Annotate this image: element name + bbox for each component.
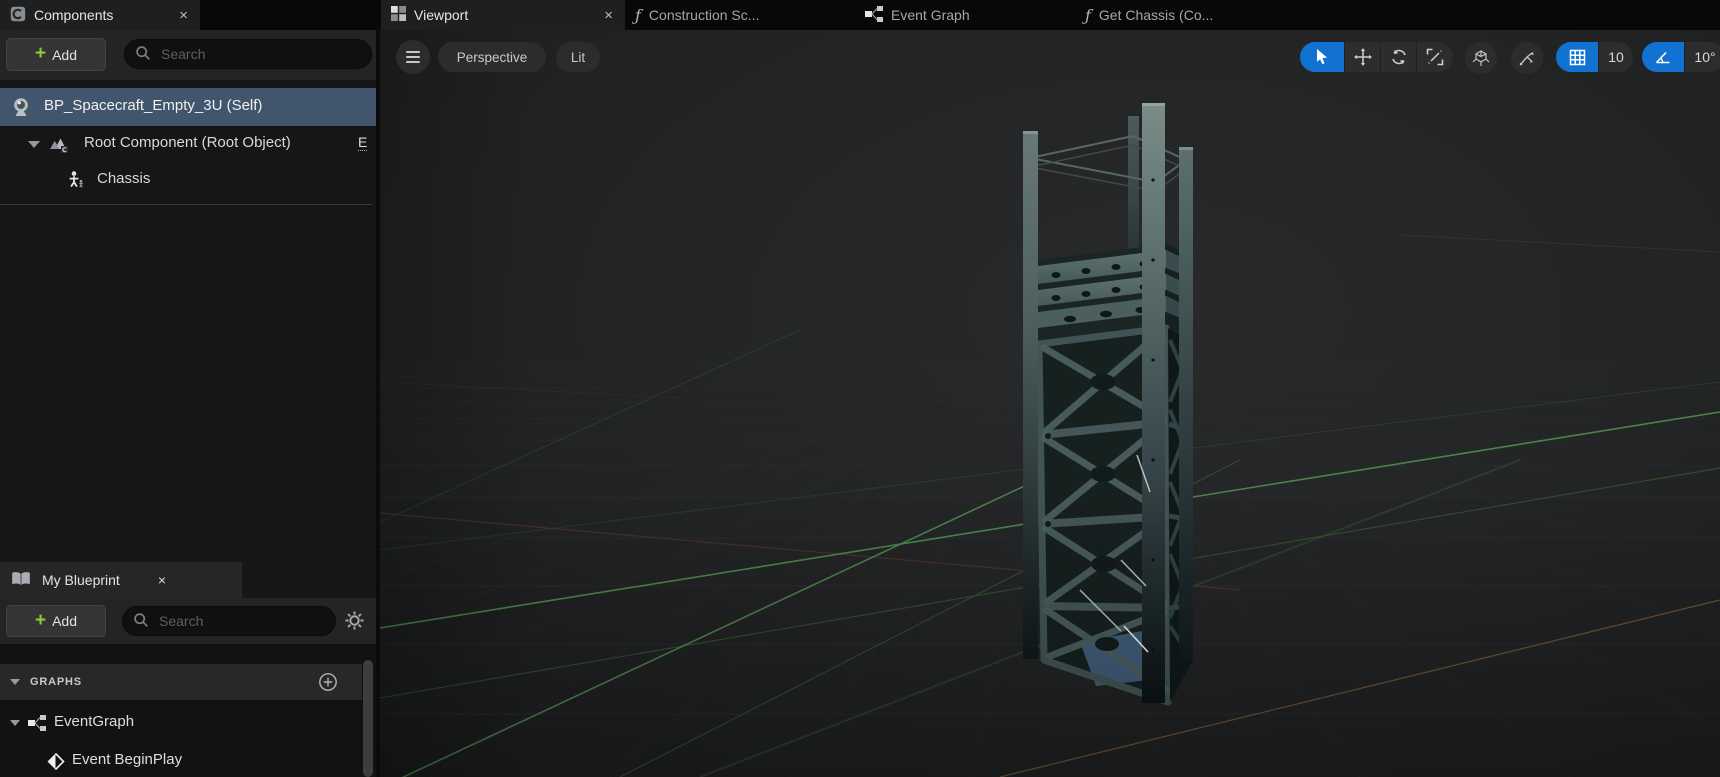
grid-snap-group: 10 xyxy=(1556,42,1633,72)
components-icon xyxy=(10,6,26,25)
perspective-label: Perspective xyxy=(457,50,528,65)
grid-snap-toggle[interactable] xyxy=(1556,42,1598,72)
book-icon xyxy=(10,570,32,590)
viewport-grid-icon xyxy=(391,6,406,24)
plus-icon: + xyxy=(35,611,46,630)
grid-snap-value-button[interactable]: 10 xyxy=(1598,42,1633,72)
diverging-arrows-icon xyxy=(1518,49,1536,67)
tab-get-chassis[interactable]: ƒ Get Chassis (Co... xyxy=(1075,0,1325,30)
add-graph-icon[interactable] xyxy=(318,672,338,695)
actor-pivot-button[interactable] xyxy=(1511,42,1543,74)
viewport-3d[interactable]: Perspective Lit xyxy=(380,30,1720,777)
transform-tool-group xyxy=(1300,42,1453,72)
components-tree: BP_Spacecraft_Empty_3U (Self) Root Compo… xyxy=(0,80,376,562)
function-icon: ƒ xyxy=(635,6,641,25)
tab-label: Viewport xyxy=(414,7,468,23)
tree-row-chassis[interactable]: Chassis xyxy=(0,163,376,197)
chevron-down-icon[interactable] xyxy=(10,679,20,685)
tab-viewport[interactable]: Viewport × xyxy=(381,0,625,30)
blueprint-self-icon xyxy=(10,96,34,121)
list-item-eventgraph[interactable]: EventGraph xyxy=(0,706,362,740)
rotation-snap-toggle[interactable] xyxy=(1642,42,1684,72)
gear-icon[interactable] xyxy=(344,610,365,634)
tab-label: Event Graph xyxy=(891,7,970,23)
grid-snap-value: 10 xyxy=(1608,49,1624,65)
close-icon[interactable]: × xyxy=(158,572,166,588)
my-blueprint-search[interactable] xyxy=(122,606,336,636)
plus-icon: + xyxy=(35,44,46,63)
tab-components[interactable]: Components × xyxy=(0,0,200,30)
move-tool-button[interactable] xyxy=(1344,42,1380,72)
rotation-snap-group: 10° xyxy=(1642,42,1720,72)
my-blueprint-tabrow: My Blueprint × xyxy=(0,562,376,598)
add-button-label: Add xyxy=(52,47,77,63)
function-icon: ƒ xyxy=(1085,6,1091,25)
section-label: GRAPHS xyxy=(30,676,82,688)
my-blueprint-search-input[interactable] xyxy=(157,612,325,630)
event-node-icon xyxy=(46,752,65,774)
child-actor-icon xyxy=(66,170,86,193)
add-blueprint-item-button[interactable]: + Add xyxy=(6,605,106,637)
grid-snap-icon xyxy=(1569,49,1586,66)
hamburger-icon xyxy=(406,51,420,63)
tab-label: Construction Sc... xyxy=(649,7,760,23)
viewport-options-menu-button[interactable] xyxy=(396,40,430,74)
tree-row-label: Chassis xyxy=(97,170,150,187)
list-item-label: Event BeginPlay xyxy=(72,751,182,768)
move-icon xyxy=(1354,48,1372,66)
scale-tool-button[interactable] xyxy=(1416,42,1453,72)
rotation-snap-value: 10° xyxy=(1694,49,1715,65)
chevron-down-icon[interactable] xyxy=(28,141,40,148)
event-graph-icon xyxy=(865,6,883,25)
angle-snap-icon xyxy=(1654,49,1672,66)
event-graph-icon xyxy=(28,715,46,734)
components-search[interactable] xyxy=(124,39,372,69)
components-toolbar: + Add xyxy=(0,30,376,80)
scrollbar-thumb[interactable] xyxy=(363,660,373,777)
cursor-icon xyxy=(1313,48,1331,66)
tree-row-label: Root Component (Root Object) xyxy=(84,134,291,151)
tab-label: Get Chassis (Co... xyxy=(1099,7,1213,23)
my-blueprint-toolbar: + Add xyxy=(0,598,376,644)
viewport-scene xyxy=(380,30,1720,777)
lit-dropdown[interactable]: Lit xyxy=(556,42,600,72)
tab-label: My Blueprint xyxy=(42,572,120,588)
my-blueprint-content: GRAPHS EventGraph Event BeginPlay xyxy=(0,644,376,777)
graphs-section-header[interactable]: GRAPHS xyxy=(0,664,362,700)
list-item-begin-play[interactable]: Event BeginPlay xyxy=(0,744,362,777)
tree-row-label: BP_Spacecraft_Empty_3U (Self) xyxy=(44,97,262,114)
tab-event-graph[interactable]: Event Graph xyxy=(855,0,1073,30)
close-icon[interactable]: × xyxy=(602,8,615,23)
tree-row-self[interactable]: BP_Spacecraft_Empty_3U (Self) xyxy=(0,88,376,126)
left-panel: + Add BP_Spacecraft_Empty_3U (Self) xyxy=(0,30,380,777)
tab-bar: Components × Viewport × ƒ Construction S… xyxy=(0,0,1720,30)
scale-icon xyxy=(1426,48,1444,66)
edit-link[interactable]: E xyxy=(358,134,367,151)
chevron-down-icon[interactable] xyxy=(10,720,20,726)
tree-row-root-component[interactable]: Root Component (Root Object) E xyxy=(0,127,376,161)
cube-axes-icon xyxy=(1472,49,1490,67)
rotation-snap-value-button[interactable]: 10° xyxy=(1684,42,1720,72)
rotate-tool-button[interactable] xyxy=(1380,42,1416,72)
add-component-button[interactable]: + Add xyxy=(6,38,106,71)
cubesat-chassis-model[interactable] xyxy=(1023,103,1193,703)
close-icon[interactable]: × xyxy=(177,8,190,23)
tree-separator xyxy=(0,204,372,205)
perspective-dropdown[interactable]: Perspective xyxy=(438,42,546,72)
lit-label: Lit xyxy=(571,50,585,65)
add-button-label: Add xyxy=(52,613,77,629)
world-coordinate-button[interactable] xyxy=(1465,42,1497,74)
components-search-input[interactable] xyxy=(159,45,361,63)
list-item-label: EventGraph xyxy=(54,713,134,730)
unreal-blueprint-editor: Components × Viewport × ƒ Construction S… xyxy=(0,0,1720,777)
rotate-icon xyxy=(1390,48,1408,66)
tab-label: Components xyxy=(34,7,113,23)
scene-root-icon xyxy=(48,134,70,157)
tab-construction-script[interactable]: ƒ Construction Sc... xyxy=(625,0,853,30)
tab-my-blueprint[interactable]: My Blueprint × xyxy=(0,562,242,598)
select-tool-button[interactable] xyxy=(1300,42,1344,72)
search-icon xyxy=(135,45,151,64)
search-icon xyxy=(133,612,149,631)
